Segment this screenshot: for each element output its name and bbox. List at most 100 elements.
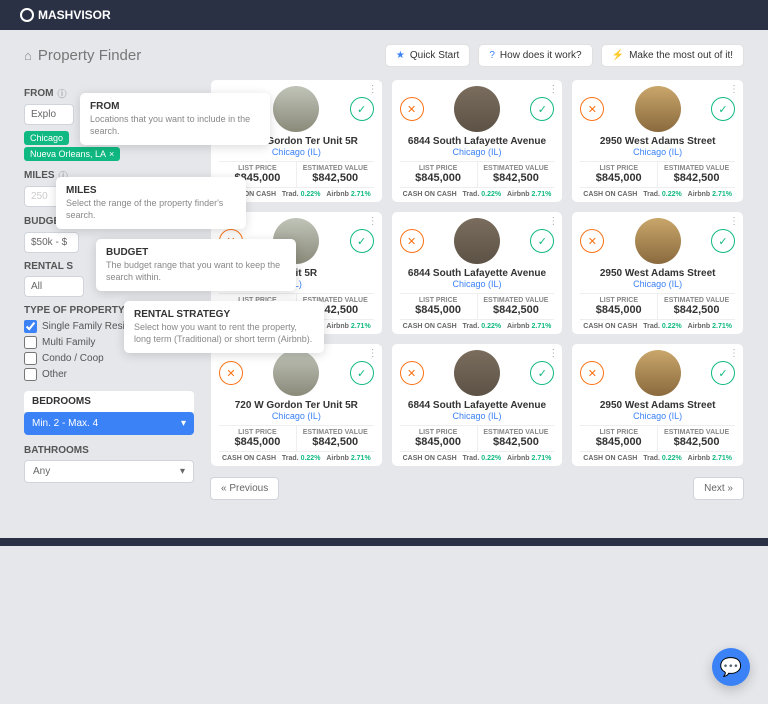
accept-button[interactable]: ✓ <box>350 361 374 385</box>
estimated-value: $842,500 <box>658 436 735 448</box>
accept-button[interactable]: ✓ <box>711 229 735 253</box>
property-card[interactable]: ⋮ ✕ ✓ 6844 South Lafayette AvenueChicago (I… <box>391 79 564 203</box>
property-image <box>635 86 681 132</box>
list-price-value: $845,000 <box>580 436 657 448</box>
trad-metric: Trad. 0.22% <box>643 323 682 330</box>
bedrooms-select[interactable]: Min. 2 - Max. 4▾ <box>24 412 194 435</box>
accept-button[interactable]: ✓ <box>530 361 554 385</box>
accept-button[interactable]: ✓ <box>711 97 735 121</box>
trad-metric: Trad. 0.22% <box>463 323 502 330</box>
tag-nueva-orleans[interactable]: Nueva Orleans, LA × <box>24 147 120 161</box>
from-input[interactable] <box>24 104 74 125</box>
property-card[interactable]: ⋮ ✕ ✓ 6844 South Lafayette AvenueChicago (I… <box>391 343 564 467</box>
tooltip-rental-strategy: RENTAL STRATEGY Select how you want to r… <box>124 301 324 353</box>
property-card[interactable]: ⋮ ✕ ✓ 6844 South Lafayette AvenueChicago (I… <box>391 211 564 335</box>
card-menu-icon[interactable]: ⋮ <box>368 216 378 227</box>
previous-button[interactable]: « Previous <box>210 477 279 500</box>
next-button[interactable]: Next » <box>693 477 744 500</box>
tooltip-from: FROM Locations that you want to include … <box>80 93 270 145</box>
list-price-label: LIST PRICE <box>400 165 477 172</box>
card-menu-icon[interactable]: ⋮ <box>368 348 378 359</box>
property-city[interactable]: Chicago (IL) <box>580 279 735 289</box>
card-menu-icon[interactable]: ⋮ <box>368 84 378 95</box>
how-it-works-link[interactable]: ? How does it work? <box>478 44 592 67</box>
estimated-value-label: ESTIMATED VALUE <box>478 429 555 436</box>
cash-on-cash-label: CASH ON CASH <box>583 323 637 330</box>
property-title: 6844 South Lafayette Avenue <box>400 400 555 411</box>
topbar: MASHVISOR <box>0 0 768 30</box>
chat-widget[interactable]: 💬 <box>712 648 750 686</box>
property-title: 6844 South Lafayette Avenue <box>400 136 555 147</box>
property-card[interactable]: ⋮✕✓2950 West Adams StreetChicago (IL)LIS… <box>571 211 744 335</box>
accept-button[interactable]: ✓ <box>711 361 735 385</box>
remove-tag-icon[interactable]: × <box>109 149 114 159</box>
reject-button[interactable]: ✕ <box>400 97 424 121</box>
tooltip-budget: BUDGET The budget range that you want to… <box>96 239 296 291</box>
accept-button[interactable]: ✓ <box>350 97 374 121</box>
tag-chicago[interactable]: Chicago <box>24 131 69 145</box>
property-city[interactable]: Chicago (IL) <box>219 147 374 157</box>
info-icon[interactable]: ⓘ <box>57 87 66 100</box>
property-card[interactable]: ⋮✕✓2950 West Adams StreetChicago (IL)LIS… <box>571 343 744 467</box>
estimated-value: $842,500 <box>478 436 555 448</box>
cash-on-cash-label: CASH ON CASH <box>583 455 637 462</box>
card-menu-icon[interactable]: ⋮ <box>729 216 739 227</box>
list-price-label: LIST PRICE <box>400 297 477 304</box>
property-image <box>273 86 319 132</box>
bedrooms-label: BEDROOMS <box>24 391 194 412</box>
rental-strategy-input[interactable] <box>24 276 84 297</box>
property-title: 2950 West Adams Street <box>580 400 735 411</box>
airbnb-metric: Airbnb 2.71% <box>326 455 370 462</box>
list-price-label: LIST PRICE <box>219 165 296 172</box>
type-condo-coop[interactable]: Condo / Coop <box>24 352 194 365</box>
bathrooms-select[interactable]: Any▾ <box>24 460 194 483</box>
reject-button[interactable]: ✕ <box>580 97 604 121</box>
estimated-value-label: ESTIMATED VALUE <box>658 165 735 172</box>
reject-button[interactable]: ✕ <box>400 229 424 253</box>
accept-button[interactable]: ✓ <box>530 229 554 253</box>
card-menu-icon[interactable]: ⋮ <box>729 348 739 359</box>
card-menu-icon[interactable]: ⋮ <box>548 84 558 95</box>
reject-button[interactable]: ✕ <box>580 229 604 253</box>
accept-button[interactable]: ✓ <box>350 229 374 253</box>
property-city[interactable]: Chicago (IL) <box>400 147 555 157</box>
tooltip-miles: MILES Select the range of the property f… <box>56 177 246 229</box>
list-price-value: $845,000 <box>400 436 477 448</box>
miles-input[interactable] <box>24 186 59 207</box>
home-icon: ⌂ <box>24 48 32 63</box>
list-price-label: LIST PRICE <box>400 429 477 436</box>
logo-icon <box>20 8 34 22</box>
property-city[interactable]: Chicago (IL) <box>219 411 374 421</box>
brand-logo[interactable]: MASHVISOR <box>20 8 111 22</box>
property-city[interactable]: Chicago (IL) <box>580 411 735 421</box>
quick-start-link[interactable]: ★ Quick Start <box>385 44 470 67</box>
chevron-down-icon: ▾ <box>181 418 186 429</box>
reject-button[interactable]: ✕ <box>400 361 424 385</box>
budget-input[interactable] <box>24 232 79 253</box>
brand-text: MASHVISOR <box>38 8 111 22</box>
property-city[interactable]: Chicago (IL) <box>400 411 555 421</box>
trad-metric: Trad. 0.22% <box>643 455 682 462</box>
accept-button[interactable]: ✓ <box>530 97 554 121</box>
airbnb-metric: Airbnb 2.71% <box>507 191 551 198</box>
reject-button[interactable]: ✕ <box>219 361 243 385</box>
property-card[interactable]: ⋮✕✓720 W Gordon Ter Unit 5RChicago (IL)L… <box>210 343 383 467</box>
property-card[interactable]: ⋮✕✓2950 West Adams StreetChicago (IL)LIS… <box>571 79 744 203</box>
footer-bar <box>0 538 768 546</box>
card-menu-icon[interactable]: ⋮ <box>548 348 558 359</box>
card-menu-icon[interactable]: ⋮ <box>548 216 558 227</box>
make-most-link[interactable]: ⚡ Make the most out of it! <box>601 44 744 67</box>
card-menu-icon[interactable]: ⋮ <box>729 84 739 95</box>
property-title: 6844 South Lafayette Avenue <box>400 268 555 279</box>
chevron-down-icon: ▾ <box>180 466 185 477</box>
estimated-value: $842,500 <box>478 172 555 184</box>
property-city[interactable]: Chicago (IL) <box>400 279 555 289</box>
property-image <box>454 86 500 132</box>
property-city[interactable]: Chicago (IL) <box>580 147 735 157</box>
property-image <box>454 350 500 396</box>
type-other[interactable]: Other <box>24 368 194 381</box>
list-price-value: $845,000 <box>219 436 296 448</box>
reject-button[interactable]: ✕ <box>580 361 604 385</box>
question-icon: ? <box>489 50 495 61</box>
estimated-value-label: ESTIMATED VALUE <box>478 297 555 304</box>
